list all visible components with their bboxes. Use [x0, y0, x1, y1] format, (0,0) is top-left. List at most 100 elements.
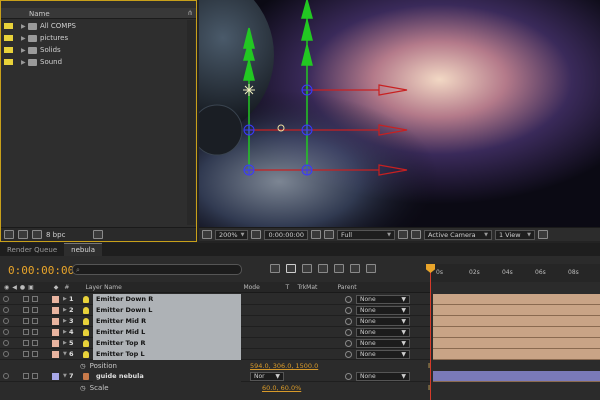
eye-icon[interactable]: ◉ [4, 284, 9, 291]
layer-label-swatch[interactable] [52, 350, 59, 358]
project-scrollbar[interactable] [187, 20, 195, 225]
project-item[interactable]: ▶ pictures [1, 32, 196, 44]
layer-name[interactable]: Emitter Down L [93, 304, 241, 316]
solo-toggle[interactable] [23, 318, 29, 324]
color-channel-icon[interactable] [323, 230, 334, 239]
visibility-toggle-icon[interactable] [3, 351, 9, 357]
always-preview-icon[interactable] [202, 230, 212, 239]
layer-row[interactable]: ▶ 3 Emitter Mid R None ▼ [0, 315, 430, 327]
viewer-canvas[interactable] [199, 0, 600, 227]
layer-duration-bar[interactable] [433, 349, 600, 360]
visibility-toggle-icon[interactable] [3, 340, 9, 346]
visibility-toggle-icon[interactable] [3, 318, 9, 324]
layer-duration-bar[interactable] [433, 294, 600, 305]
pick-whip-icon[interactable] [345, 372, 352, 380]
layer-row[interactable]: ▶ 2 Emitter Down L None ▼ [0, 304, 430, 316]
name-column-label[interactable]: Name [29, 10, 50, 18]
solo-toggle[interactable] [23, 340, 29, 346]
toggle-pixel-aspect-icon[interactable] [537, 230, 548, 239]
label-color-swatch[interactable] [4, 59, 13, 65]
resolution-dropdown[interactable]: Full ▼ [336, 229, 395, 240]
trash-icon[interactable] [93, 230, 104, 239]
layer-name[interactable]: Emitter Mid R [93, 315, 241, 327]
playhead[interactable] [430, 264, 431, 400]
pick-whip-icon[interactable] [345, 339, 352, 347]
pick-whip-icon[interactable] [345, 350, 352, 358]
layer-label-swatch[interactable] [52, 372, 59, 380]
parent-dropdown[interactable]: None ▼ [356, 294, 410, 304]
zoom-dropdown[interactable]: 200% ▼ [215, 229, 249, 240]
interpret-footage-icon[interactable] [4, 230, 14, 239]
composition-viewer[interactable] [199, 0, 600, 227]
graph-editor-icon[interactable] [366, 264, 376, 273]
layer-label-swatch[interactable] [52, 295, 59, 303]
visibility-toggle-icon[interactable] [3, 329, 9, 335]
new-folder-icon[interactable] [18, 230, 28, 239]
label-color-swatch[interactable] [4, 23, 13, 29]
layer-row[interactable]: ▶ 4 Emitter Mid L None ▼ [0, 326, 430, 338]
blend-mode-dropdown[interactable]: Nor ▼ [250, 371, 284, 381]
layer-row[interactable]: ▶ 1 Emitter Down R None ▼ [0, 293, 430, 305]
layer-name-column-label[interactable]: Layer Name [85, 284, 243, 291]
region-of-interest-icon[interactable] [397, 230, 408, 239]
camera-snapshot-icon[interactable] [310, 230, 321, 239]
layer-duration-bar[interactable] [433, 316, 600, 327]
layer-duration-bar[interactable] [433, 305, 600, 316]
layer-label-swatch[interactable] [52, 317, 59, 325]
solo-toggle[interactable] [23, 296, 29, 302]
layer-row[interactable]: ▼ 7 guide nebula Nor ▼ None ▼ [0, 370, 430, 382]
audio-icon[interactable]: ◀ [12, 284, 17, 291]
lock-toggle[interactable] [32, 318, 38, 324]
solo-toggle[interactable] [23, 329, 29, 335]
layer-row[interactable]: ▶ 5 Emitter Top R None ▼ [0, 337, 430, 349]
time-ruler[interactable]: 0s02s04s06s08s10s [430, 264, 600, 282]
pick-whip-icon[interactable] [345, 317, 352, 325]
solo-toggle[interactable] [23, 351, 29, 357]
layer-search-input[interactable]: ⌕ [72, 264, 242, 275]
pick-whip-icon[interactable] [345, 328, 352, 336]
expand-triangle-icon[interactable]: ▶ [21, 35, 28, 42]
project-item[interactable]: ▶ Solids [1, 44, 196, 56]
parent-dropdown[interactable]: None ▼ [356, 316, 410, 326]
layer-name[interactable]: guide nebula [93, 370, 241, 382]
layer-label-swatch[interactable] [52, 339, 59, 347]
scale-value[interactable]: 60.0, 60.0% [262, 384, 301, 392]
label-column-icon[interactable]: ◆ [54, 284, 59, 291]
layer-name[interactable]: Emitter Top R [93, 337, 241, 349]
shy-layers-icon[interactable] [302, 264, 312, 273]
label-color-swatch[interactable] [4, 47, 13, 53]
parent-dropdown[interactable]: None ▼ [356, 327, 410, 337]
pick-whip-icon[interactable] [345, 295, 352, 303]
label-color-swatch[interactable] [4, 35, 13, 41]
layer-name[interactable]: Emitter Down R [93, 293, 241, 305]
new-comp-icon[interactable] [32, 230, 42, 239]
solo-toggle[interactable] [23, 307, 29, 313]
layer-label-swatch[interactable] [52, 328, 59, 336]
comp-mini-flowchart-icon[interactable] [270, 264, 280, 273]
pick-whip-icon[interactable] [345, 306, 352, 314]
layer-duration-bar[interactable] [433, 327, 600, 338]
current-time-display[interactable]: 0:00:00:00 [8, 264, 74, 277]
lock-toggle[interactable] [32, 351, 38, 357]
camera-dropdown[interactable]: Active Camera ▼ [423, 229, 492, 240]
brainstorm-icon[interactable] [350, 264, 360, 273]
layer-duration-bar[interactable] [433, 371, 600, 382]
visibility-toggle-icon[interactable] [3, 307, 9, 313]
lock-toggle[interactable] [32, 329, 38, 335]
motion-blur-icon[interactable] [334, 264, 344, 273]
bpc-label[interactable]: 8 bpc [46, 231, 65, 239]
draft-3d-icon[interactable] [286, 264, 296, 273]
parent-dropdown[interactable]: None ▼ [356, 338, 410, 348]
visibility-toggle-icon[interactable] [3, 373, 9, 379]
frame-blending-icon[interactable] [318, 264, 328, 273]
solo-toggle[interactable] [23, 373, 29, 379]
parent-dropdown[interactable]: None ▼ [356, 371, 410, 381]
layer-row[interactable]: ▼ 6 Emitter Top L None ▼ [0, 348, 430, 360]
layer-name[interactable]: Emitter Mid L [93, 326, 241, 338]
parent-dropdown[interactable]: None ▼ [356, 305, 410, 315]
expand-triangle-icon[interactable]: ▶ [21, 23, 28, 30]
solo-icon[interactable]: ● [20, 284, 25, 291]
stopwatch-icon[interactable]: ◷ [80, 384, 86, 392]
lock-toggle[interactable] [32, 296, 38, 302]
project-item[interactable]: ▶ Sound [1, 56, 196, 68]
